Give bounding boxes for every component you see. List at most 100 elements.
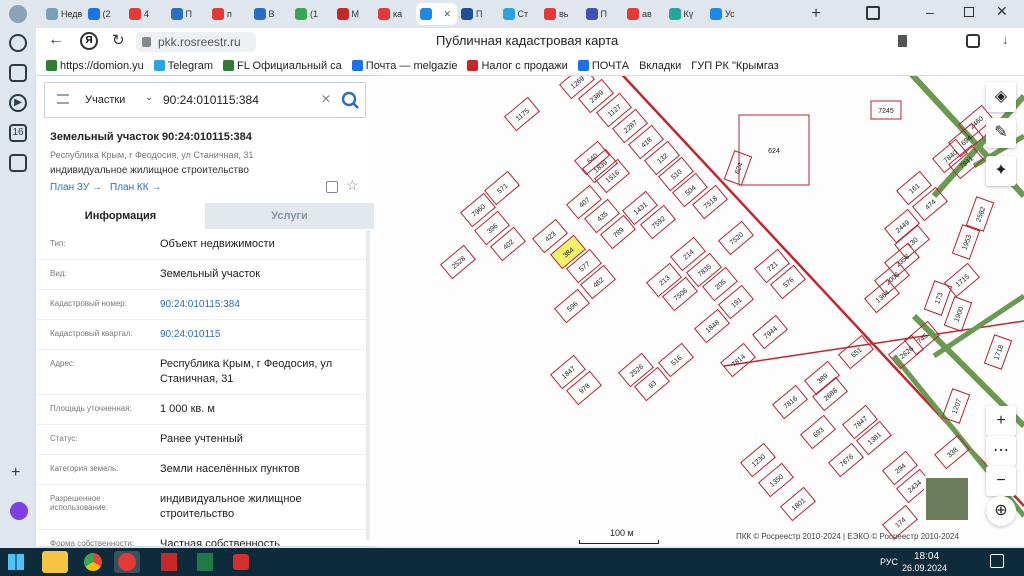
chevron-down-icon[interactable]: ⌄ [145, 92, 153, 103]
url-field[interactable]: pkk.rosreestr.ru [136, 32, 256, 52]
video-icon[interactable]: ▶ [9, 94, 27, 112]
new-tab-button[interactable]: + [806, 4, 826, 24]
compass-icon[interactable]: ⊕ [986, 496, 1016, 526]
parcel[interactable]: 7816 [772, 384, 808, 420]
parcel[interactable]: 7592 [640, 204, 676, 240]
tab-information[interactable]: Информация [36, 203, 205, 229]
bookmark-item[interactable]: ГУП РК "Крымгаз [691, 60, 778, 72]
parcel[interactable]: 213 [646, 262, 682, 298]
parcel[interactable]: 516 [658, 342, 694, 378]
browser-tab[interactable]: вь [540, 3, 581, 25]
calendar-icon[interactable]: 16 [9, 124, 27, 142]
parcel[interactable]: 1848 [694, 308, 730, 344]
parcel[interactable]: 624 [738, 114, 810, 186]
tab-services[interactable]: Услуги [205, 203, 374, 229]
downloads-icon[interactable]: ↓ [1002, 32, 1009, 47]
parcel[interactable]: 978 [566, 370, 602, 406]
browser-tab[interactable]: П [582, 3, 623, 25]
zoom-in-button[interactable]: + [986, 406, 1016, 436]
clear-icon[interactable]: ✕ [321, 92, 331, 106]
plan-zu-link[interactable]: План ЗУ → [50, 182, 102, 193]
alice-icon[interactable] [10, 502, 28, 520]
search-button[interactable] [337, 87, 365, 115]
parcel[interactable]: 7518 [692, 184, 728, 220]
yandex-icon[interactable]: Я [80, 32, 98, 50]
parcel[interactable]: 161 [896, 170, 932, 206]
file-explorer-icon[interactable] [42, 551, 68, 573]
browser-tab[interactable]: Кү [665, 3, 706, 25]
parcel[interactable]: 2389 [578, 78, 614, 114]
zoom-out-button[interactable]: − [986, 466, 1016, 496]
bookmark-icon[interactable] [898, 35, 907, 47]
language-indicator[interactable]: РУС [880, 557, 898, 567]
browser-tab[interactable]: В [250, 3, 291, 25]
bookmark-item[interactable]: ПОЧТА [577, 60, 629, 72]
parcel[interactable]: 693 [800, 414, 836, 450]
parcel[interactable]: 1127 [596, 92, 632, 128]
parcel[interactable]: 1207 [941, 388, 971, 424]
minimize-button[interactable]: – [926, 4, 934, 20]
parcel[interactable]: 407 [566, 184, 602, 220]
collections-icon[interactable] [9, 64, 27, 82]
parcel[interactable]: 294 [882, 450, 918, 486]
screenshot-icon[interactable] [9, 154, 27, 172]
browser-tab[interactable]: ка [374, 3, 415, 25]
history-icon[interactable] [9, 34, 27, 52]
parcel[interactable]: 173 [923, 280, 953, 316]
chrome-icon[interactable] [80, 551, 106, 573]
camera-app-icon[interactable] [228, 551, 254, 573]
browser-tab[interactable]: Ст [499, 3, 540, 25]
tabs-menu-icon[interactable] [866, 6, 880, 20]
maximize-button[interactable] [964, 7, 974, 17]
parcel[interactable]: 384 [550, 234, 586, 270]
parcel[interactable]: 1269 [559, 76, 595, 100]
panel-scrollbar[interactable] [366, 230, 370, 540]
clock-time[interactable]: 18:04 [914, 551, 939, 562]
parcel[interactable]: 7245 [870, 100, 902, 120]
cadastral-map[interactable]: 1175 1269 2389 1127 2287 418 132 510 504 7518 640 1… [374, 76, 1024, 546]
layers-button[interactable]: ◈ [986, 82, 1016, 112]
parcel[interactable]: 571 [484, 170, 520, 206]
bookmark-item[interactable]: Почта — melgazie [351, 60, 457, 72]
search-input[interactable] [163, 91, 323, 109]
ruler-button[interactable]: ✎ [986, 118, 1016, 148]
parcel[interactable]: 474 [912, 186, 948, 222]
add-panel-icon[interactable]: + [11, 464, 20, 482]
bookmark-item[interactable]: Налог с продажи [467, 60, 568, 72]
parcel[interactable]: 2528 [440, 244, 476, 280]
search-parcel-icon[interactable] [326, 181, 338, 193]
start-button[interactable] [8, 554, 24, 570]
locate-button[interactable]: ✦ [986, 156, 1016, 186]
parcel[interactable]: 1431 [622, 190, 658, 226]
close-window-button[interactable]: ✕ [996, 3, 1008, 20]
satellite-basemap-button[interactable] [924, 476, 970, 522]
menu-icon[interactable] [57, 94, 69, 104]
bookmark-item[interactable]: https://domion.yu [46, 60, 144, 72]
parcel[interactable]: 789 [600, 214, 636, 250]
close-tab-icon[interactable]: ✕ [444, 9, 452, 20]
more-button[interactable]: ⋯ [986, 436, 1016, 466]
excel-icon[interactable] [192, 551, 218, 573]
parcel[interactable]: 1350 [758, 462, 794, 498]
browser-tab[interactable]: (1 [291, 3, 332, 25]
plan-kk-link[interactable]: План КК → [110, 182, 161, 193]
browser-tab[interactable]: П [457, 3, 498, 25]
property-value[interactable]: 90:24:010115:384 [160, 297, 356, 312]
parcel[interactable]: 1718 [983, 334, 1013, 370]
browser-tab[interactable]: (2 [84, 3, 125, 25]
parcel[interactable]: 2006 [874, 260, 910, 296]
browser-tab[interactable]: М [333, 3, 374, 25]
parcel[interactable]: 7814 [720, 342, 756, 378]
parcel[interactable]: 7847 [842, 404, 878, 440]
favorite-star-icon[interactable]: ☆ [346, 177, 359, 194]
parcel[interactable]: 2582 [965, 196, 995, 232]
clock-date[interactable]: 26.09.2024 [902, 563, 947, 573]
property-value[interactable]: 90:24:010115 [160, 327, 356, 342]
pdf-reader-icon[interactable] [156, 551, 182, 573]
parcel[interactable]: 402 [490, 226, 526, 262]
parcel[interactable]: 418 [628, 124, 664, 160]
parcel[interactable]: 7960 [460, 192, 496, 228]
parcel[interactable]: 7520 [718, 220, 754, 256]
parcel[interactable]: 2287 [612, 108, 648, 144]
parcel[interactable]: 396 [474, 210, 510, 246]
